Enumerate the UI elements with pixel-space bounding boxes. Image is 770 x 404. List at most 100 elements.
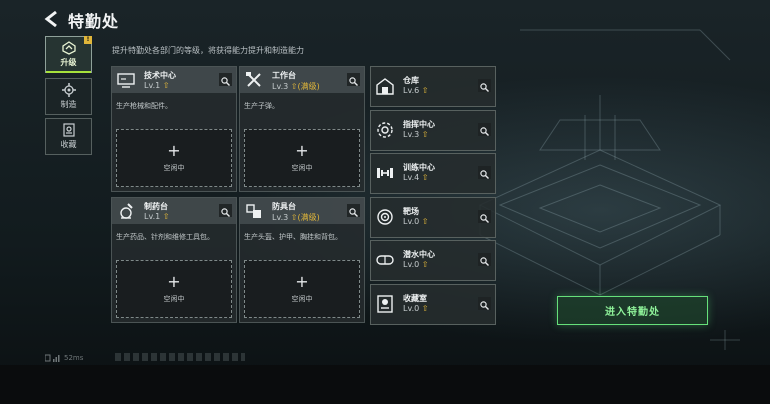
- room-shooting-range[interactable]: 靶场 Lv.0 ⇧: [370, 197, 496, 238]
- back-arrow-icon: [44, 10, 57, 28]
- room-level: Lv.6 ⇧: [403, 86, 429, 95]
- search-icon: [480, 127, 489, 136]
- page-title: 特勤处: [68, 12, 120, 31]
- card-description: 生产枪械和配件。: [116, 102, 172, 110]
- card-level: Lv.1 ⇧: [144, 212, 170, 221]
- detail-button[interactable]: [478, 166, 491, 179]
- obscured-text: [115, 353, 245, 361]
- room-diving-center[interactable]: 潜水中心 Lv.0 ⇧: [370, 240, 496, 281]
- tab-collection[interactable]: 收藏: [45, 118, 92, 155]
- room-name: 训练中心: [403, 163, 435, 172]
- room-level: Lv.0 ⇧: [403, 260, 429, 269]
- card-level: Lv.3 ⇧(满级): [272, 213, 320, 222]
- network-status: 52ms: [45, 354, 83, 362]
- idle-slot[interactable]: + 空闲中: [244, 129, 360, 187]
- search-icon: [480, 83, 489, 92]
- search-icon: [349, 208, 358, 217]
- detail-button[interactable]: [347, 73, 360, 86]
- room-collection-room[interactable]: 收藏室 Lv.0 ⇧: [370, 284, 496, 325]
- room-warehouse[interactable]: 仓库 Lv.6 ⇧: [370, 66, 496, 107]
- tab-label: 升级: [60, 58, 77, 67]
- card-header: 制药台 Lv.1 ⇧: [112, 198, 236, 224]
- room-name: 指挥中心: [403, 120, 435, 129]
- card-level: Lv.1 ⇧: [144, 81, 170, 90]
- card-pharmacy: 制药台 Lv.1 ⇧ 生产药品、针剂和维修工具包。 + 空闲中: [111, 197, 237, 323]
- idle-label: 空闲中: [291, 163, 313, 172]
- bottom-bar: [0, 365, 770, 404]
- card-description: 生产药品、针剂和维修工具包。: [116, 233, 214, 241]
- enter-base-label: 进入特勤处: [605, 307, 660, 318]
- card-name: 技术中心: [144, 71, 176, 80]
- gear-craft-icon: [61, 83, 76, 97]
- plus-icon: +: [295, 140, 309, 160]
- detail-button[interactable]: [478, 123, 491, 136]
- search-icon: [349, 77, 358, 86]
- room-name: 靶场: [403, 207, 419, 216]
- search-icon: [221, 77, 230, 86]
- target-icon: [377, 209, 393, 225]
- card-name: 制药台: [144, 202, 168, 211]
- room-level: Lv.0 ⇧: [403, 217, 429, 226]
- room-name: 收藏室: [403, 294, 427, 303]
- card-tech-center: 技术中心 Lv.1 ⇧ 生产枪械和配件。 + 空闲中: [111, 66, 237, 192]
- card-name: 工作台: [272, 71, 296, 80]
- tab-label: 收藏: [60, 140, 77, 149]
- notification-badge: !: [84, 36, 92, 44]
- card-header: 防具台 Lv.3 ⇧(满级): [240, 198, 364, 224]
- enter-base-button[interactable]: 进入特勤处: [557, 296, 708, 325]
- card-description: 生产头盔、护甲、胸挂和背包。: [244, 233, 342, 241]
- search-icon: [480, 257, 489, 266]
- back-button[interactable]: [42, 9, 62, 29]
- idle-slot[interactable]: + 空闲中: [244, 260, 360, 318]
- room-level: Lv.3 ⇧: [403, 130, 429, 139]
- idle-label: 空闲中: [163, 163, 185, 172]
- room-command-center[interactable]: 指挥中心 Lv.3 ⇧: [370, 110, 496, 151]
- idle-slot[interactable]: + 空闲中: [116, 129, 232, 187]
- warehouse-icon: [376, 78, 394, 95]
- diving-mask-icon: [376, 255, 394, 265]
- room-name: 仓库: [403, 76, 419, 85]
- room-name: 潜水中心: [403, 250, 435, 259]
- idle-slot[interactable]: + 空闲中: [116, 260, 232, 318]
- search-icon: [480, 214, 489, 223]
- card-armor-bench: 防具台 Lv.3 ⇧(满级) 生产头盔、护甲、胸挂和背包。 + 空闲中: [239, 197, 365, 323]
- signal-icon: [45, 354, 60, 362]
- detail-button[interactable]: [478, 79, 491, 92]
- detail-button[interactable]: [219, 204, 232, 217]
- card-name: 防具台: [272, 202, 296, 211]
- detail-button[interactable]: [478, 253, 491, 266]
- plus-icon: +: [167, 271, 181, 291]
- collection-icon: [62, 123, 75, 137]
- tab-label: 制造: [60, 100, 77, 109]
- computer-icon: [117, 73, 135, 88]
- detail-button[interactable]: [478, 210, 491, 223]
- detail-button[interactable]: [347, 204, 360, 217]
- tab-upgrade[interactable]: ! 升级: [45, 36, 92, 73]
- tools-icon: [246, 72, 261, 87]
- search-icon: [221, 208, 230, 217]
- page-subtitle: 提升特勤处各部门的等级，将获得能力提升和制造能力: [112, 46, 304, 55]
- trophy-room-icon: [377, 295, 393, 313]
- plus-icon: +: [167, 140, 181, 160]
- search-icon: [480, 170, 489, 179]
- dumbbell-icon: [377, 168, 393, 178]
- room-training-center[interactable]: 训练中心 Lv.4 ⇧: [370, 153, 496, 194]
- card-header: 技术中心 Lv.1 ⇧: [112, 67, 236, 93]
- armor-icon: [246, 204, 261, 218]
- ping-value: 52ms: [64, 354, 84, 362]
- card-description: 生产子弹。: [244, 102, 279, 110]
- detail-button[interactable]: [219, 73, 232, 86]
- detail-button[interactable]: [478, 297, 491, 310]
- search-icon: [480, 301, 489, 310]
- tab-craft[interactable]: 制造: [45, 78, 92, 115]
- idle-label: 空闲中: [291, 294, 313, 303]
- room-level: Lv.0 ⇧: [403, 304, 429, 313]
- card-workbench: 工作台 Lv.3 ⇧(满级) 生产子弹。 + 空闲中: [239, 66, 365, 192]
- command-center-icon: [377, 122, 393, 138]
- card-header: 工作台 Lv.3 ⇧(满级): [240, 67, 364, 93]
- plus-icon: +: [295, 271, 309, 291]
- card-level: Lv.3 ⇧(满级): [272, 82, 320, 91]
- upgrade-icon: [61, 41, 76, 55]
- room-level: Lv.4 ⇧: [403, 173, 429, 182]
- pharmacy-icon: [120, 203, 133, 219]
